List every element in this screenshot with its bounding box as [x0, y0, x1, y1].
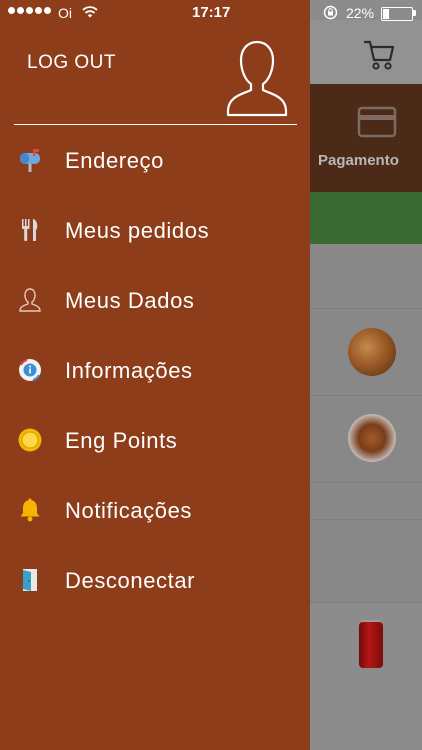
- user-icon: [19, 288, 41, 312]
- menu-item-label: Informações: [65, 358, 193, 383]
- menu-item-endereco[interactable]: Endereço: [0, 147, 310, 207]
- signal-strength: [8, 7, 51, 14]
- soda-can-thumbnail: [359, 622, 383, 668]
- drawer-divider: [14, 124, 297, 125]
- food-thumbnail: [348, 328, 396, 376]
- menu-item-notificacoes[interactable]: Notificações: [0, 497, 310, 557]
- rotation-lock-icon: [323, 5, 338, 20]
- menu-item-label: Meus pedidos: [65, 218, 210, 243]
- mailbox-icon: [20, 149, 40, 172]
- menu-item-label: Notificações: [65, 498, 193, 523]
- menu-item-meus-pedidos[interactable]: Meus pedidos: [0, 217, 310, 277]
- menu-item-label: Desconectar: [65, 568, 196, 593]
- menu-item-label: Eng Points: [65, 428, 178, 453]
- payment-tab-label: Pagamento: [318, 152, 399, 169]
- battery-icon: [381, 7, 413, 21]
- battery-level: [383, 9, 389, 19]
- cart-icon[interactable]: [362, 36, 396, 72]
- fork-knife-icon: [22, 219, 38, 241]
- signal-dot: [8, 7, 15, 14]
- green-bar: [310, 192, 422, 244]
- payment-tab[interactable]: [310, 84, 422, 192]
- food-thumbnail: [348, 414, 396, 462]
- list-row: [310, 520, 422, 603]
- logout-button[interactable]: LOG OUT: [27, 52, 116, 74]
- signal-dot: [44, 7, 51, 14]
- menu-item-informacoes[interactable]: Informações: [0, 357, 310, 417]
- status-bar: Oi 17:17 22%: [0, 0, 422, 28]
- battery-percentage: 22%: [346, 5, 375, 21]
- side-drawer: LOG OUT Endereço Meus pedidos Meus Dados…: [0, 0, 310, 750]
- bell-icon: [20, 498, 40, 522]
- battery-nub: [413, 10, 416, 16]
- list-row: [310, 483, 422, 520]
- card-icon: [357, 106, 397, 138]
- menu-item-meus-dados[interactable]: Meus Dados: [0, 287, 310, 347]
- signal-dot: [26, 7, 33, 14]
- signal-dot: [35, 7, 42, 14]
- status-time: 17:17: [192, 4, 231, 21]
- carrier-name: Oi: [58, 5, 72, 21]
- menu-item-label: Meus Dados: [65, 288, 195, 313]
- signal-dot: [17, 7, 24, 14]
- menu-item-eng-points[interactable]: Eng Points: [0, 427, 310, 487]
- list-row: [310, 244, 422, 309]
- menu-item-desconectar[interactable]: Desconectar: [0, 567, 310, 627]
- user-silhouette-icon[interactable]: [225, 38, 289, 118]
- door-icon: [23, 569, 37, 591]
- menu-item-label: Endereço: [65, 148, 164, 173]
- coin-icon: [18, 428, 42, 452]
- wifi-icon: [82, 6, 98, 18]
- info-icon: [19, 359, 41, 381]
